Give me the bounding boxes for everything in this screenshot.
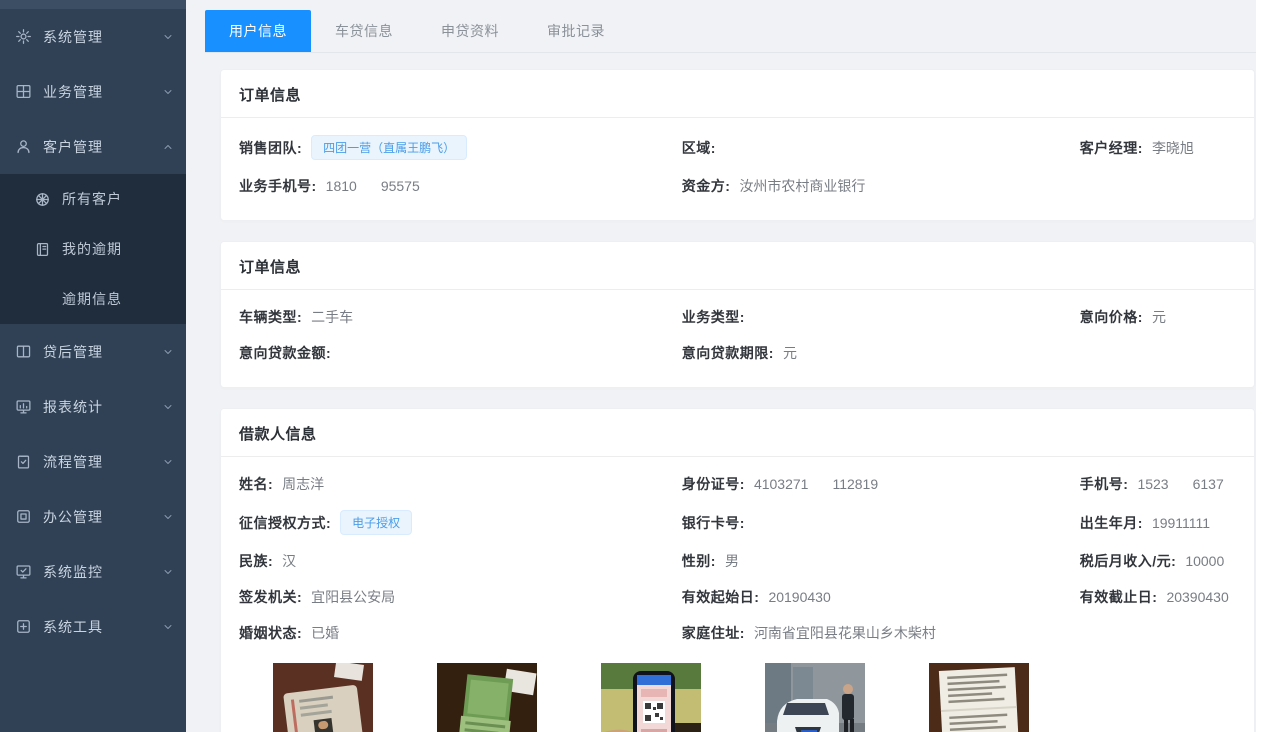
field-id-number: 身份证号: 4103271 112819	[682, 466, 1080, 502]
card-title: 订单信息	[221, 242, 1254, 290]
sidebar-item-business-management[interactable]: 业务管理	[0, 64, 186, 119]
notebook-icon	[34, 241, 51, 258]
sidebar-item-system-tools[interactable]: 系统工具	[0, 599, 186, 654]
sidebar-item-label: 贷后管理	[43, 342, 162, 362]
borrower-info-card: 借款人信息 姓名: 周志洋 身份证号: 4103271 112819 手机号: …	[220, 408, 1255, 732]
book-icon	[15, 343, 32, 360]
field-birth-date: 出生年月: 19911111	[1080, 502, 1234, 543]
green-booklet-photo[interactable]	[437, 663, 537, 732]
sidebar-item-label: 系统工具	[43, 617, 162, 637]
redaction-mask	[1169, 477, 1193, 492]
field-business-type: 业务类型:	[682, 299, 1080, 335]
field-home-address: 家庭住址: 河南省宜阳县花果山乡木柴村	[682, 615, 1080, 651]
sidebar-item-label: 客户管理	[43, 137, 162, 157]
field-vehicle-type: 车辆类型: 二手车	[239, 299, 682, 335]
monitor-check-icon	[15, 563, 32, 580]
field-bank-card: 银行卡号:	[682, 502, 1080, 543]
redaction-mask	[808, 477, 832, 492]
tab-car-loan-info[interactable]: 车贷信息	[311, 10, 417, 52]
sidebar-item-overdue-info[interactable]: 逾期信息	[0, 274, 186, 324]
sidebar-item-all-customers[interactable]: 所有客户	[0, 174, 186, 224]
sales-team-tag: 四团一营（直属王鹏飞）	[311, 135, 467, 160]
sidebar-item-process-management[interactable]: 流程管理	[0, 434, 186, 489]
sidebar: 系统管理 业务管理 客户管理 所有客户 我的逾期 逾期信息	[0, 0, 186, 732]
id-card-photo[interactable]	[273, 663, 373, 732]
field-business-phone: 业务手机号: 1810 95575	[239, 168, 682, 204]
chevron-down-icon	[162, 621, 174, 633]
field-funder: 资金方: 汝州市农村商业银行	[682, 168, 1080, 204]
field-monthly-income: 税后月收入/元: 10000	[1080, 543, 1234, 579]
archive-icon	[15, 508, 32, 525]
car-owner-photo[interactable]	[765, 663, 865, 732]
field-mobile-phone: 手机号: 1523 6137	[1080, 466, 1234, 502]
sidebar-item-report-statistics[interactable]: 报表统计	[0, 379, 186, 434]
card-title: 订单信息	[221, 70, 1254, 118]
chevron-down-icon	[162, 86, 174, 98]
field-intent-loan-term: 意向贷款期限: 元	[682, 335, 1080, 371]
sidebar-item-label: 业务管理	[43, 82, 162, 102]
sidebar-top-item-cutoff	[0, 0, 186, 9]
field-marital-status: 婚姻状态: 已婚	[239, 615, 682, 651]
order-info-card: 订单信息 销售团队: 四团一营（直属王鹏飞） 区域: 客户经理: 李晓旭 业务手…	[220, 69, 1255, 221]
loan-intent-card: 订单信息 车辆类型: 二手车 业务类型: 意向价格: 元 意向贷款金额:	[220, 241, 1255, 388]
phone-auth-photo[interactable]	[601, 663, 701, 732]
detail-tabs: 用户信息 车贷信息 申贷资料 审批记录	[205, 10, 1263, 53]
sidebar-item-label: 系统监控	[43, 562, 162, 582]
tab-user-info[interactable]: 用户信息	[205, 10, 311, 52]
field-issuing-authority: 签发机关: 宜阳县公安局	[239, 579, 682, 615]
field-intent-loan-amount: 意向贷款金额:	[239, 335, 682, 371]
chevron-down-icon	[162, 456, 174, 468]
sidebar-item-customer-management[interactable]: 客户管理	[0, 119, 186, 174]
user-icon	[15, 138, 32, 155]
customer-management-submenu: 所有客户 我的逾期 逾期信息	[0, 174, 186, 324]
field-sales-team: 销售团队: 四团一营（直属王鹏飞）	[239, 127, 682, 168]
borrower-photos: 人像面 驾驶证	[239, 651, 1234, 732]
sidebar-item-postloan-management[interactable]: 贷后管理	[0, 324, 186, 379]
monitor-chart-icon	[15, 398, 32, 415]
sidebar-item-office-management[interactable]: 办公管理	[0, 489, 186, 544]
paper-document-photo[interactable]	[929, 663, 1029, 732]
sidebar-item-label: 所有客户	[62, 189, 174, 209]
sidebar-item-system-management[interactable]: 系统管理	[0, 9, 186, 64]
field-name: 姓名: 周志洋	[239, 466, 682, 502]
sidebar-item-system-monitor[interactable]: 系统监控	[0, 544, 186, 599]
grid-icon	[15, 83, 32, 100]
toolbox-icon	[15, 618, 32, 635]
card-title: 借款人信息	[221, 409, 1254, 457]
sidebar-item-label: 系统管理	[43, 27, 162, 47]
sidebar-item-label: 办公管理	[43, 507, 162, 527]
chevron-down-icon	[162, 346, 174, 358]
sidebar-item-label: 我的逾期	[62, 239, 174, 259]
gear-icon	[15, 28, 32, 45]
field-ethnicity: 民族: 汉	[239, 543, 682, 579]
field-intent-price: 意向价格: 元	[1080, 299, 1234, 335]
vertical-scrollbar[interactable]	[1256, 0, 1263, 732]
field-region: 区域:	[682, 127, 1080, 168]
chevron-down-icon	[162, 566, 174, 578]
redaction-mask	[357, 179, 381, 194]
field-account-manager: 客户经理: 李晓旭	[1080, 127, 1234, 168]
main-content: 用户信息 车贷信息 申贷资料 审批记录 订单信息 销售团队: 四团一营（直属王鹏…	[186, 0, 1263, 732]
chevron-down-icon	[162, 401, 174, 413]
field-valid-from: 有效起始日: 20190430	[682, 579, 1080, 615]
chevron-down-icon	[162, 31, 174, 43]
tab-loan-application-docs[interactable]: 申贷资料	[417, 10, 523, 52]
clipboard-check-icon	[15, 453, 32, 470]
chevron-down-icon	[162, 511, 174, 523]
sidebar-item-label: 逾期信息	[62, 289, 174, 309]
chevron-up-icon	[162, 141, 174, 153]
tab-approval-records[interactable]: 审批记录	[523, 10, 629, 52]
sidebar-item-label: 报表统计	[43, 397, 162, 417]
field-gender: 性别: 男	[682, 543, 1080, 579]
credit-auth-tag: 电子授权	[340, 510, 412, 535]
wheel-icon	[34, 191, 51, 208]
field-valid-to: 有效截止日: 20390430	[1080, 579, 1234, 615]
sidebar-item-my-overdue[interactable]: 我的逾期	[0, 224, 186, 274]
sidebar-item-label: 流程管理	[43, 452, 162, 472]
field-credit-auth-method: 征信授权方式: 电子授权	[239, 502, 682, 543]
